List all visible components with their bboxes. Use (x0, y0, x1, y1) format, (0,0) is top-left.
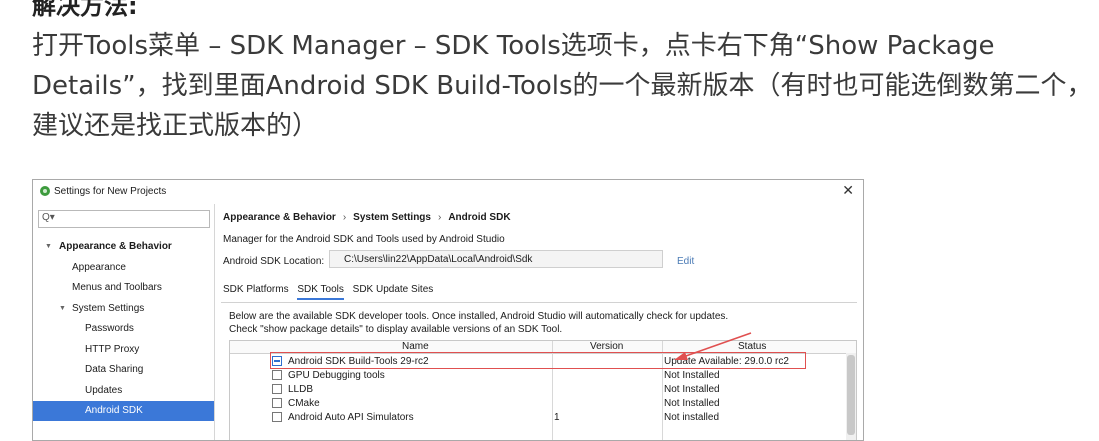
sdk-tabs: SDK Platforms SDK Tools SDK Update Sites (223, 284, 439, 300)
edit-link[interactable]: Edit (677, 256, 694, 267)
sidebar-item-android-sdk[interactable]: Android SDK (33, 401, 214, 421)
breadcrumb-item[interactable]: Appearance & Behavior (223, 212, 336, 223)
row-name: LLDB (288, 384, 314, 395)
row-status: Update Available: 29.0.0 rc2 (664, 356, 789, 367)
row-checkbox[interactable] (272, 384, 282, 394)
section-heading: 解决方法: (32, 0, 138, 20)
sidebar-item-label: Appearance (72, 262, 126, 273)
row-name: Android Auto API Simulators (288, 412, 414, 423)
instruction-paragraph: 打开Tools菜单 – SDK Manager – SDK Tools选项卡，点… (32, 31, 1093, 141)
row-name: CMake (288, 398, 320, 409)
table-row[interactable]: Android SDK Build-Tools 29-rc2 Update Av… (230, 355, 840, 369)
sidebar-item-label: Data Sharing (85, 364, 144, 375)
breadcrumb-item: Android SDK (448, 212, 511, 223)
row-name: GPU Debugging tools (288, 370, 385, 381)
expand-caret-icon[interactable]: ▼ (45, 237, 52, 257)
row-checkbox[interactable] (272, 370, 282, 380)
row-checkbox[interactable] (272, 356, 282, 366)
android-studio-icon (40, 186, 50, 196)
row-name: Android SDK Build-Tools 29-rc2 (288, 356, 429, 367)
search-icon: Q▾ (42, 212, 55, 223)
sidebar-item-label: Updates (85, 385, 123, 396)
window-titlebar: Settings for New Projects ✕ (33, 180, 863, 204)
column-header-name[interactable]: Name (402, 341, 429, 353)
table-scrollbar[interactable] (846, 353, 856, 440)
table-header: Name Version Status (230, 341, 856, 354)
sidebar-item-menus-toolbars[interactable]: Menus and Toolbars (72, 278, 162, 298)
window-title: Settings for New Projects (54, 186, 167, 197)
table-row[interactable]: LLDB Not Installed (230, 383, 840, 397)
sidebar-item-label: Passwords (85, 323, 134, 334)
row-status: Not Installed (664, 384, 720, 395)
panel-description: Manager for the Android SDK and Tools us… (223, 234, 505, 245)
settings-search-input[interactable]: Q▾ (38, 210, 210, 228)
sidebar-item-label: HTTP Proxy (85, 344, 140, 355)
scrollbar-thumb[interactable] (847, 355, 855, 435)
close-icon[interactable]: ✕ (842, 182, 854, 199)
row-status: Not installed (664, 412, 720, 423)
sidebar-item-data-sharing[interactable]: Data Sharing (85, 360, 143, 380)
sidebar-item-http-proxy[interactable]: HTTP Proxy (85, 340, 139, 360)
sidebar-item-label: Appearance & Behavior (59, 241, 172, 252)
sidebar-item-appearance-behavior[interactable]: ▼ Appearance & Behavior (45, 237, 172, 257)
sidebar-item-system-settings[interactable]: ▼ System Settings (59, 299, 145, 319)
settings-dialog-screenshot: Settings for New Projects ✕ Q▾ ▼ Appeara… (32, 179, 864, 441)
column-header-status[interactable]: Status (738, 341, 766, 353)
sidebar-item-label: Menus and Toolbars (72, 282, 162, 293)
tab-sdk-update-sites[interactable]: SDK Update Sites (353, 284, 434, 298)
table-row[interactable]: Android Auto API Simulators 1 Not instal… (230, 411, 840, 425)
table-row[interactable]: GPU Debugging tools Not Installed (230, 369, 840, 383)
settings-main-panel: Appearance & Behavior › System Settings › An… (215, 204, 863, 440)
expand-caret-icon[interactable]: ▼ (59, 299, 66, 319)
row-status: Not Installed (664, 370, 720, 381)
breadcrumb: Appearance & Behavior › System Settings › An… (223, 212, 511, 223)
sdk-location-label: Android SDK Location: (223, 256, 325, 267)
column-header-version[interactable]: Version (590, 341, 623, 353)
tab-sdk-platforms[interactable]: SDK Platforms (223, 284, 289, 298)
settings-sidebar: Q▾ ▼ Appearance & Behavior Appearance Me… (33, 204, 214, 440)
breadcrumb-separator: › (437, 212, 442, 223)
breadcrumb-item[interactable]: System Settings (353, 212, 431, 223)
row-checkbox[interactable] (272, 412, 282, 422)
row-checkbox[interactable] (272, 398, 282, 408)
sidebar-item-label: System Settings (72, 303, 145, 314)
sidebar-item-updates[interactable]: Updates (85, 381, 122, 401)
tab-sdk-tools[interactable]: SDK Tools (297, 284, 344, 300)
tab-underline-divider (221, 302, 857, 303)
sdk-tools-info: Below are the available SDK developer to… (229, 311, 729, 335)
row-status: Not Installed (664, 398, 720, 409)
sidebar-item-passwords[interactable]: Passwords (85, 319, 134, 339)
breadcrumb-separator: › (342, 212, 347, 223)
sidebar-item-appearance[interactable]: Appearance (72, 258, 126, 278)
table-row[interactable]: CMake Not Installed (230, 397, 840, 411)
sdk-location-field[interactable]: C:\Users\lin22\AppData\Local\Android\Sdk (329, 250, 663, 268)
row-version: 1 (554, 412, 560, 423)
sidebar-item-label: Android SDK (85, 405, 143, 416)
